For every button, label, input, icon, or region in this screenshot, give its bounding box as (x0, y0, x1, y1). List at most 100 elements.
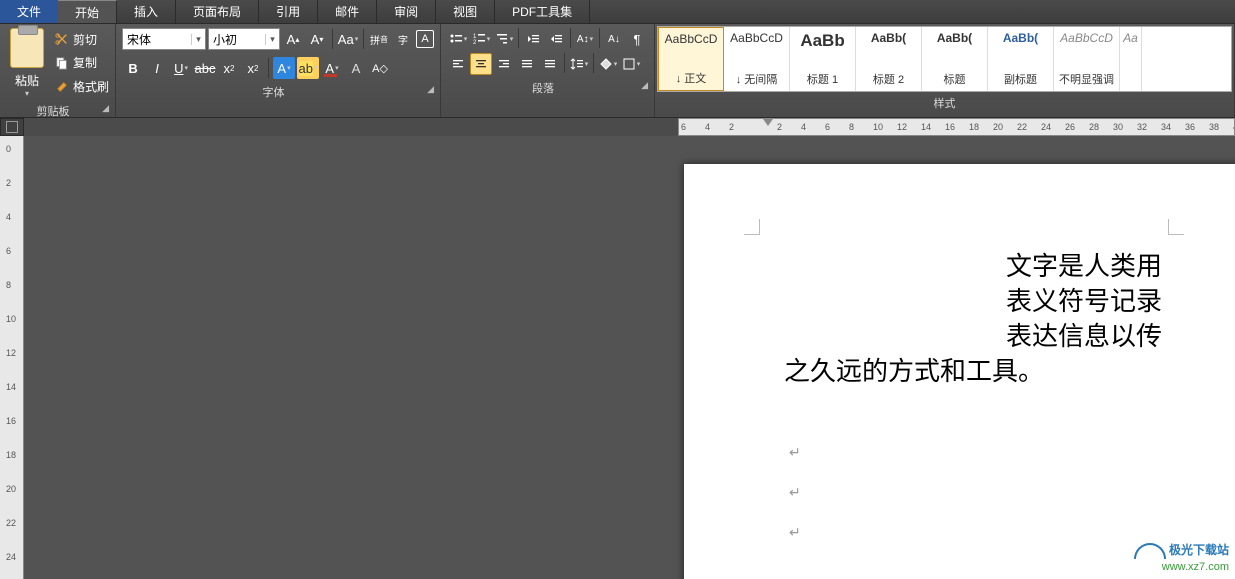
text-line: 表达信息以传 (784, 319, 1235, 354)
style-item-h2[interactable]: AaBb(标题 2 (856, 27, 922, 91)
ribbon: 粘贴 ▾ 剪切 复制 (0, 24, 1235, 118)
font-size-input[interactable] (209, 32, 265, 46)
borders-button[interactable]: ▾ (620, 53, 642, 75)
strikethrough-button[interactable]: abc (194, 57, 216, 79)
char-shading-button[interactable]: A (345, 57, 367, 79)
font-dialog-launcher[interactable]: ◢ (427, 84, 434, 95)
highlight-button[interactable]: ab▾ (297, 57, 319, 79)
page: 文字是人类用 表义符号记录 表达信息以传 之久远的方式和工具。 ↵ ↵ ↵ (684, 164, 1235, 579)
tab-layout[interactable]: 页面布局 (176, 0, 259, 23)
format-painter-button[interactable]: 格式刷 (54, 78, 109, 95)
style-item-title[interactable]: AaBb(标题 (922, 27, 988, 91)
style-item-h1[interactable]: AaBb标题 1 (790, 27, 856, 91)
change-case-button[interactable]: Aa▾ (337, 28, 359, 50)
ruler-tick: 36 (1185, 122, 1195, 132)
text-effects-button[interactable]: A▾ (273, 57, 295, 79)
ruler-tick: 32 (1137, 122, 1147, 132)
font-name-input[interactable] (123, 32, 191, 46)
copy-button[interactable]: 复制 (54, 54, 109, 71)
phonetic-guide-button[interactable]: 拼音 (368, 28, 390, 50)
shading-button[interactable]: ▾ (597, 53, 619, 75)
sort-button[interactable]: A↓ (603, 28, 625, 50)
ruler-tick: 8 (6, 280, 11, 290)
ruler-tick: 18 (969, 122, 979, 132)
ruler-corner[interactable] (0, 118, 24, 136)
ruler-bar: 642246810121416182022242628303234363840 (0, 118, 1235, 136)
watermark-title: 极光下载站 (1169, 543, 1229, 557)
tab-references[interactable]: 引用 (259, 0, 318, 23)
text-direction-button[interactable]: A↕▾ (574, 28, 596, 50)
paste-label: 粘贴 (15, 72, 39, 89)
ruler-tick: 16 (6, 416, 16, 426)
tab-file[interactable]: 文件 (0, 0, 58, 23)
paste-button[interactable]: 粘贴 ▾ (4, 26, 50, 100)
show-marks-button[interactable]: ¶ (626, 28, 648, 50)
style-item-subtle[interactable]: AaBbCcD不明显强调 (1054, 27, 1120, 91)
font-size-combo[interactable]: ▾ (208, 28, 280, 50)
tab-view[interactable]: 视图 (436, 0, 495, 23)
clipboard-dialog-launcher[interactable]: ◢ (102, 103, 109, 114)
ruler-tick: 14 (6, 382, 16, 392)
document-area: 02468101214161820222426 文字是人类用 表义符号记录 表达… (0, 136, 1235, 579)
tab-home[interactable]: 开始 (58, 0, 117, 23)
document-body-text[interactable]: 文字是人类用 表义符号记录 表达信息以传 之久远的方式和工具。 (784, 249, 1235, 389)
ruler-tick: 30 (1113, 122, 1123, 132)
increase-indent-button[interactable] (545, 28, 567, 50)
style-item-normal[interactable]: AaBbCcD↓ 正文 (658, 27, 724, 91)
ruler-tick: 22 (1017, 122, 1027, 132)
decrease-indent-button[interactable] (522, 28, 544, 50)
ruler-tick: 12 (6, 348, 16, 358)
vertical-ruler[interactable]: 02468101214161820222426 (0, 136, 24, 579)
margin-corner-icon (744, 219, 760, 235)
ruler-tick: 10 (873, 122, 883, 132)
horizontal-ruler[interactable]: 642246810121416182022242628303234363840 (678, 118, 1235, 136)
align-right-button[interactable] (493, 53, 515, 75)
char-border-button[interactable]: A (416, 30, 434, 48)
style-item-nospace[interactable]: AaBbCcD↓ 无间隔 (724, 27, 790, 91)
ruler-tick: 2 (6, 178, 11, 188)
subscript-button[interactable]: x2 (218, 57, 240, 79)
ruler-tick: 14 (921, 122, 931, 132)
distribute-button[interactable] (539, 53, 561, 75)
tab-mailings[interactable]: 邮件 (318, 0, 377, 23)
superscript-button[interactable]: x2 (242, 57, 264, 79)
cut-button[interactable]: 剪切 (54, 31, 109, 48)
style-item-more[interactable]: Aa (1120, 27, 1142, 91)
grow-font-button[interactable]: A▴ (282, 28, 304, 50)
paragraph-dialog-launcher[interactable]: ◢ (641, 80, 648, 91)
tab-pdf[interactable]: PDF工具集 (495, 0, 590, 23)
line-spacing-button[interactable]: ▾ (568, 53, 590, 75)
shrink-font-button[interactable]: A▾ (306, 28, 328, 50)
style-item-subtitle[interactable]: AaBb(副标题 (988, 27, 1054, 91)
font-name-dropdown[interactable]: ▾ (191, 34, 205, 45)
ruler-tick: 22 (6, 518, 16, 528)
tab-review[interactable]: 审阅 (377, 0, 436, 23)
bullets-button[interactable]: ▾ (447, 28, 469, 50)
italic-button[interactable]: I (146, 57, 168, 79)
format-painter-label: 格式刷 (73, 78, 109, 95)
ruler-tick: 34 (1161, 122, 1171, 132)
clear-formatting-button[interactable]: A◇ (369, 57, 391, 79)
paragraph-mark-icon: ↵ (789, 524, 801, 541)
font-size-dropdown[interactable]: ▾ (265, 34, 279, 45)
underline-button[interactable]: U▾ (170, 57, 192, 79)
bold-button[interactable]: B (122, 57, 144, 79)
align-left-button[interactable] (447, 53, 469, 75)
margin-corner-icon (1168, 219, 1184, 235)
group-paragraph: ▾ 12▾ ▾ A↕▾ A↓ ¶ ▾ ▾ (441, 24, 655, 117)
justify-button[interactable] (516, 53, 538, 75)
ruler-tick: 18 (6, 450, 16, 460)
ruler-tick: 2 (777, 122, 782, 132)
tab-insert[interactable]: 插入 (117, 0, 176, 23)
indent-marker-icon[interactable] (763, 119, 773, 126)
document-canvas[interactable]: 文字是人类用 表义符号记录 表达信息以传 之久远的方式和工具。 ↵ ↵ ↵ 极光… (24, 136, 1235, 579)
align-center-button[interactable] (470, 53, 492, 75)
enclose-char-button[interactable]: 字 (392, 28, 414, 50)
styles-group-label: 样式 (934, 98, 956, 110)
numbering-button[interactable]: 12▾ (470, 28, 492, 50)
ruler-tick: 6 (681, 122, 686, 132)
multilevel-list-button[interactable]: ▾ (493, 28, 515, 50)
font-name-combo[interactable]: ▾ (122, 28, 206, 50)
font-color-button[interactable]: A▾ (321, 57, 343, 79)
brush-icon (54, 79, 70, 95)
